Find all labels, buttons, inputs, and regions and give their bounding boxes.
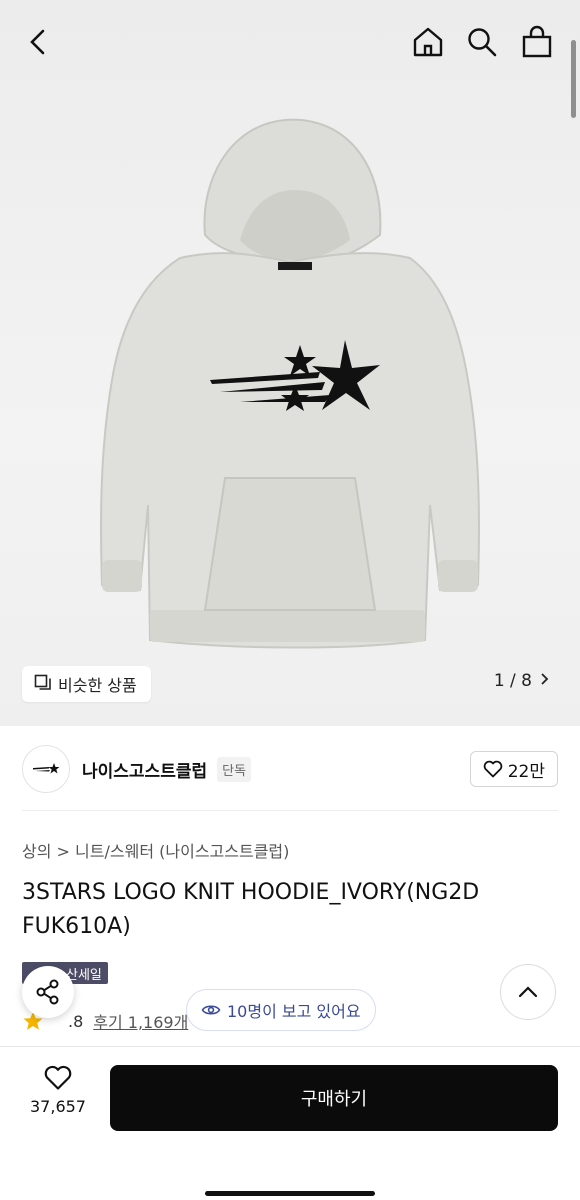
home-indicator (205, 1191, 375, 1196)
live-viewers-chip: 10명이 보고 있어요 (186, 989, 376, 1031)
shopping-bag-icon (522, 25, 552, 58)
similar-items-icon (34, 673, 52, 695)
review-count-link[interactable]: 후기 1,169개 (93, 1009, 188, 1033)
breadcrumb-category[interactable]: 상의 (22, 842, 51, 861)
breadcrumb-subcategory[interactable]: 니트/스웨터 (75, 842, 154, 861)
scroll-to-top-button[interactable] (500, 964, 556, 1020)
chevron-left-icon (30, 29, 45, 55)
back-button[interactable] (18, 22, 58, 62)
breadcrumb-brand[interactable]: (나이스고스트클럽) (159, 842, 289, 861)
heart-icon (483, 760, 503, 778)
top-navigation-bar (0, 0, 580, 84)
chevron-up-icon (518, 986, 538, 998)
heart-icon (44, 1065, 72, 1090)
brand-like-button[interactable]: 22만 (469, 751, 558, 787)
breadcrumb: 상의 > 니트/스웨터 (나이스고스트클럽) (22, 838, 289, 862)
brand-stars-logo-icon (33, 763, 60, 774)
share-button[interactable] (22, 966, 74, 1018)
buy-button[interactable]: 구매하기 (110, 1065, 558, 1131)
chevron-right-icon (540, 671, 550, 691)
home-button[interactable] (408, 22, 448, 62)
product-image-gallery[interactable]: 비슷한 상품 1 / 8 (0, 0, 580, 726)
purchase-bar: 37,657 구매하기 (0, 1046, 580, 1200)
wishlist-button[interactable]: 37,657 (22, 1065, 94, 1116)
similar-products-label: 비슷한 상품 (58, 676, 137, 695)
live-viewers-text: 10명이 보고 있어요 (227, 1002, 361, 1021)
similar-products-button[interactable]: 비슷한 상품 (22, 666, 151, 702)
share-icon (36, 979, 59, 1005)
breadcrumb-separator: > (56, 842, 70, 861)
product-title: 3STARS LOGO KNIT HOODIE_IVORY(NG2D FUK61… (22, 880, 480, 939)
image-pager-count: 1 / 8 (493, 671, 532, 691)
brand-row: 나이스고스트클럽 단독 22만 (22, 742, 558, 796)
section-divider (22, 810, 558, 811)
search-button[interactable] (462, 22, 502, 62)
wishlist-count: 37,657 (30, 1097, 86, 1116)
cart-button[interactable] (517, 22, 557, 62)
scrollbar-thumb[interactable] (571, 40, 576, 118)
brand-logo[interactable] (22, 745, 70, 793)
brand-name[interactable]: 나이스고스트클럽 (82, 757, 207, 782)
product-photo (100, 118, 480, 649)
search-icon (468, 28, 497, 57)
image-pager[interactable]: 1 / 8 (494, 671, 550, 691)
eye-icon (201, 1005, 221, 1015)
exclusive-tag: 단독 (217, 756, 252, 782)
home-icon (413, 27, 443, 57)
product-detail-page: 비슷한 상품 1 / 8 나이스고스트클럽 단독 22만 상의 > 니트/스웨터… (0, 0, 580, 1200)
brand-like-count: 22만 (507, 761, 545, 782)
rating-value: .8 (68, 1011, 84, 1031)
